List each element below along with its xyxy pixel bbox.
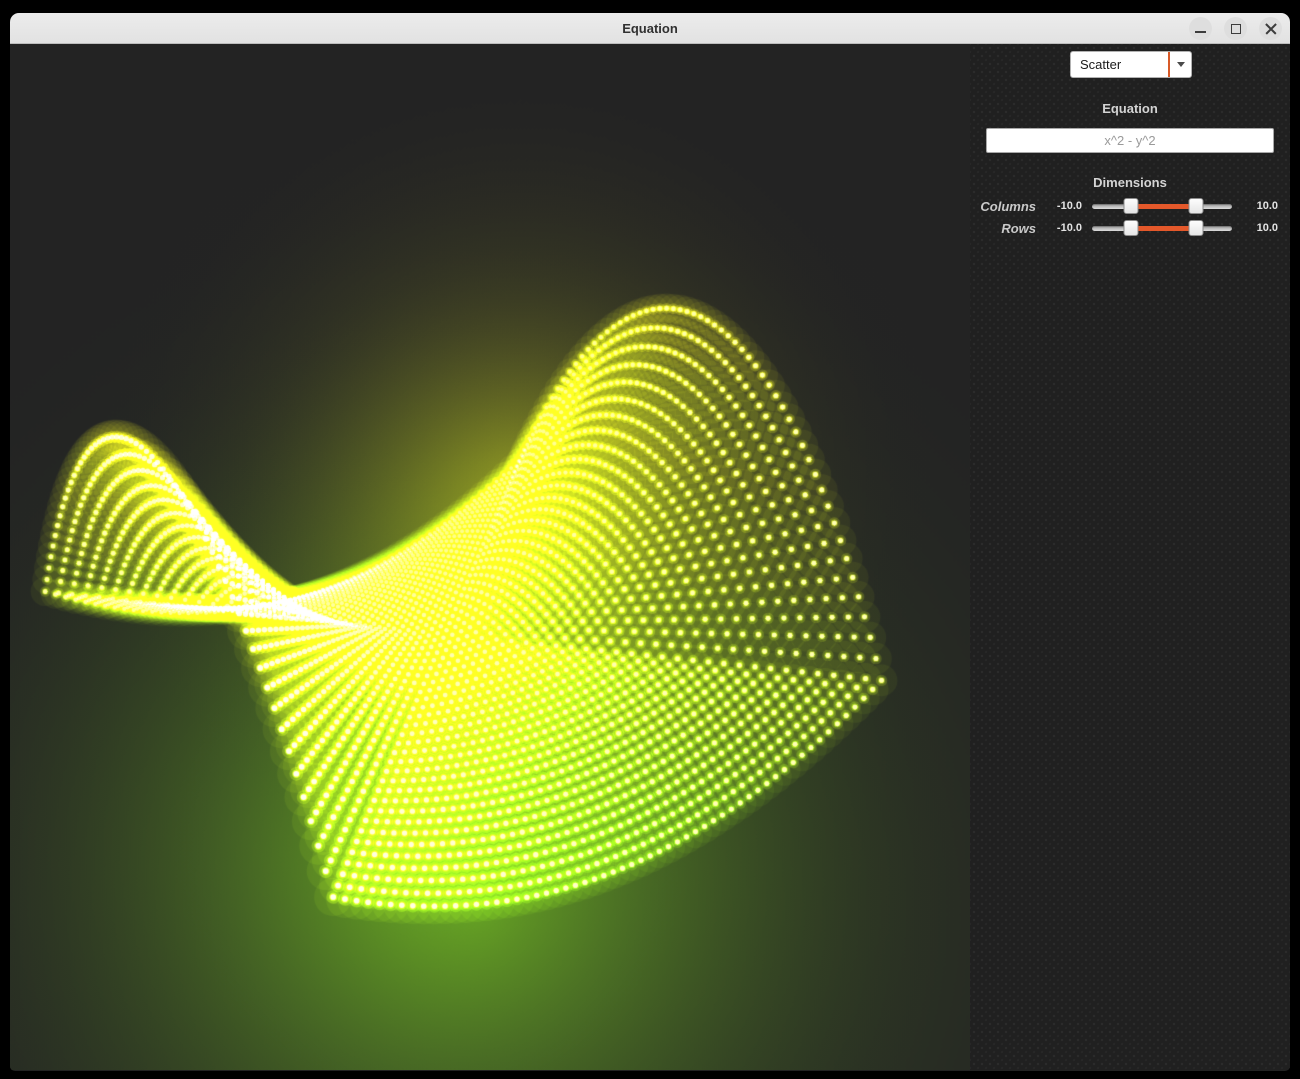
columns-range-slider[interactable] [1092, 198, 1232, 214]
slider-fill [1131, 226, 1195, 231]
app-window: Equation Scatter Equation [10, 13, 1290, 1071]
dimensions-heading: Dimensions [970, 175, 1290, 190]
rows-high-handle[interactable] [1188, 220, 1203, 236]
rows-low-handle[interactable] [1124, 220, 1139, 236]
columns-max-value: 10.0 [1242, 200, 1278, 212]
rows-min-value: -10.0 [1040, 222, 1082, 234]
slider-fill [1131, 204, 1195, 209]
rows-label: Rows [974, 221, 1036, 236]
maximize-button[interactable] [1224, 17, 1247, 40]
minimize-button[interactable] [1189, 17, 1212, 40]
chevron-down-icon [1177, 62, 1185, 67]
columns-label: Columns [974, 199, 1036, 214]
dimension-sliders: Columns -10.0 10.0 Rows -10.0 [974, 195, 1278, 239]
maximize-icon [1231, 24, 1241, 34]
rows-max-value: 10.0 [1242, 222, 1278, 234]
columns-min-value: -10.0 [1040, 200, 1082, 212]
titlebar[interactable]: Equation [10, 13, 1290, 44]
window-content: Scatter Equation Dimensions Columns -10.… [10, 44, 1290, 1070]
sidebar: Scatter Equation Dimensions Columns -10.… [970, 44, 1290, 1070]
plot-type-dropdown[interactable]: Scatter [1070, 51, 1192, 78]
close-icon [1265, 23, 1277, 35]
columns-high-handle[interactable] [1188, 198, 1203, 214]
columns-slider-row: Columns -10.0 10.0 [974, 195, 1278, 217]
columns-low-handle[interactable] [1124, 198, 1139, 214]
plot-type-value: Scatter [1071, 52, 1168, 77]
equation-heading: Equation [970, 101, 1290, 116]
minimize-icon [1195, 31, 1206, 33]
window-controls [1189, 17, 1282, 40]
rows-slider-row: Rows -10.0 10.0 [974, 217, 1278, 239]
equation-input[interactable] [986, 128, 1274, 153]
plot-viewport[interactable] [10, 44, 970, 1070]
rows-range-slider[interactable] [1092, 220, 1232, 236]
window-title: Equation [622, 21, 678, 36]
dropdown-arrow-button[interactable] [1168, 52, 1191, 77]
close-button[interactable] [1259, 17, 1282, 40]
scatter-plot-canvas[interactable] [10, 44, 970, 1070]
